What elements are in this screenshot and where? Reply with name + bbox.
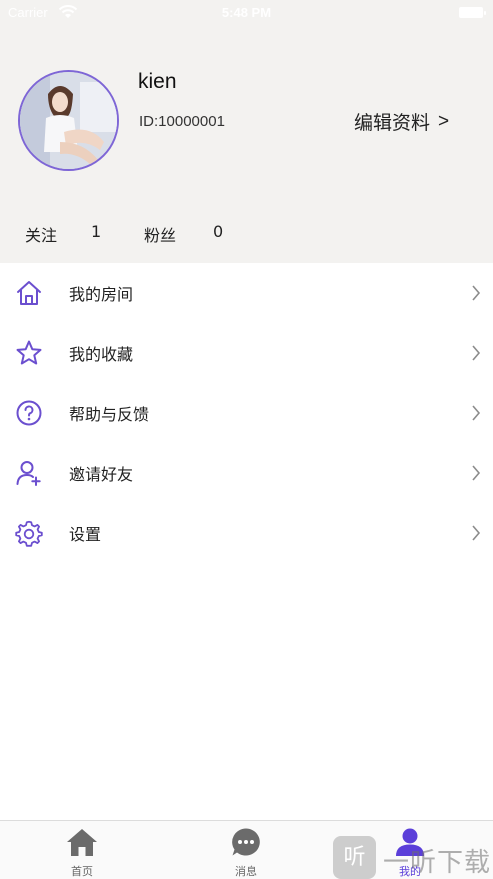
menu-item-label: 我的房间 bbox=[69, 285, 134, 304]
chevron-right-icon bbox=[472, 465, 481, 481]
chevron-right-icon bbox=[472, 345, 481, 361]
fans-label[interactable]: 粉丝 bbox=[144, 222, 176, 246]
edit-profile-button[interactable]: 编辑资料 > bbox=[354, 108, 449, 135]
status-bar: Carrier 5:48 PM bbox=[0, 0, 493, 26]
home-icon bbox=[67, 829, 97, 856]
menu-item-my-room[interactable]: 我的房间 bbox=[0, 263, 493, 323]
avatar[interactable] bbox=[18, 70, 119, 171]
menu-item-invite-friends[interactable]: 邀请好友 bbox=[0, 443, 493, 503]
menu-item-label: 我的收藏 bbox=[69, 345, 134, 364]
add-user-icon bbox=[16, 461, 41, 486]
tab-messages[interactable]: 消息 bbox=[164, 821, 328, 879]
chevron-right-icon bbox=[472, 405, 481, 421]
star-icon bbox=[16, 340, 42, 365]
stats-row: 关注 1 粉丝 0 bbox=[0, 222, 493, 246]
watermark-badge: 听 bbox=[333, 836, 376, 879]
edit-profile-label: 编辑资料 bbox=[354, 112, 431, 134]
following-label[interactable]: 关注 bbox=[25, 222, 57, 246]
menu-item-help[interactable]: 帮助与反馈 bbox=[0, 383, 493, 443]
menu-item-settings[interactable]: 设置 bbox=[0, 503, 493, 563]
user-id: ID:10000001 bbox=[139, 113, 225, 130]
fans-count[interactable]: 0 bbox=[213, 222, 223, 241]
settings-menu: 我的房间 我的收藏 帮助与反馈 邀请好友 设置 bbox=[0, 263, 493, 563]
help-icon bbox=[16, 400, 42, 426]
watermark: 听 一听下载 bbox=[333, 836, 493, 879]
menu-item-label: 邀请好友 bbox=[69, 465, 134, 484]
message-icon bbox=[232, 828, 260, 856]
tab-label: 消息 bbox=[235, 865, 257, 878]
menu-item-label: 设置 bbox=[69, 525, 102, 544]
clock-label: 5:48 PM bbox=[221, 5, 272, 20]
chevron-right-icon bbox=[472, 525, 481, 541]
watermark-text: 一听下载 bbox=[383, 848, 492, 878]
menu-item-favorites[interactable]: 我的收藏 bbox=[0, 323, 493, 383]
following-count[interactable]: 1 bbox=[91, 222, 101, 241]
tab-home[interactable]: 首页 bbox=[0, 821, 164, 879]
gear-icon bbox=[15, 520, 43, 547]
avatar-photo bbox=[20, 72, 117, 169]
tab-label: 首页 bbox=[71, 865, 93, 878]
battery-icon bbox=[459, 7, 486, 18]
chevron-right-icon bbox=[472, 285, 481, 301]
username: kien bbox=[138, 70, 177, 93]
menu-item-label: 帮助与反馈 bbox=[69, 405, 150, 424]
edit-profile-chevron: > bbox=[438, 110, 450, 132]
home-icon bbox=[17, 281, 41, 305]
